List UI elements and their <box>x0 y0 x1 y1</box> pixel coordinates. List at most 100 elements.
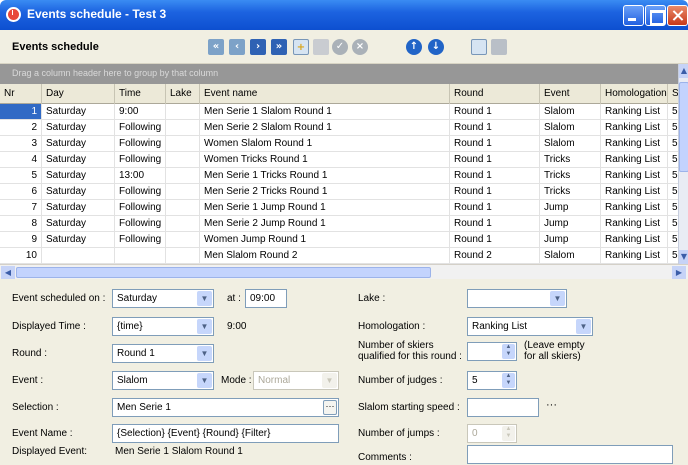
event-select[interactable]: Slalom ▼ <box>112 371 214 390</box>
table-row[interactable]: 8 Saturday Following Men Serie 2 Jump Round… <box>0 216 678 232</box>
title-bar[interactable]: Events schedule - Test 3 <box>0 0 688 30</box>
judges-spinner[interactable]: 5 ▲ ▼ <box>467 371 517 390</box>
table-cell <box>166 168 200 184</box>
table-cell: Ranking List <box>601 168 668 184</box>
move-down-icon[interactable]: ↓ <box>428 39 444 55</box>
chevron-down-icon[interactable]: ▼ <box>197 346 212 361</box>
next-record-icon[interactable]: › <box>250 39 266 55</box>
previous-record-icon[interactable]: ‹ <box>229 39 245 55</box>
chevron-down-icon[interactable]: ▼ <box>550 291 565 306</box>
slalom-speed-browse-button[interactable]: ··· <box>546 399 557 411</box>
spinner-arrows-icon[interactable]: ▲ ▼ <box>502 344 515 359</box>
table-cell: Round 1 <box>450 168 540 184</box>
displayed-time-preview: 9:00 <box>227 321 247 332</box>
column-header[interactable]: Time <box>115 84 166 104</box>
table-row[interactable]: 9 Saturday Following Women Jump Round 1 Roun… <box>0 232 678 248</box>
table-cell: Following <box>115 184 166 200</box>
close-button[interactable] <box>667 5 688 26</box>
table-row[interactable]: 6 Saturday Following Men Serie 2 Tricks Rou… <box>0 184 678 200</box>
displayed-time-select[interactable]: {time} ▼ <box>112 317 214 336</box>
table-row[interactable]: 5 Saturday 13:00 Men Serie 1 Tricks Round 1… <box>0 168 678 184</box>
spinner-arrows-icon[interactable]: ▲ ▼ <box>502 373 515 388</box>
app-clock-icon <box>6 7 21 22</box>
table-cell: 5 <box>668 248 678 264</box>
table-cell: 9:00 <box>115 104 166 120</box>
table-cell: Tricks <box>540 152 601 168</box>
table-cell: Women Tricks Round 1 <box>200 152 450 168</box>
event-name-input[interactable]: {Selection} {Event} {Round} {Filter} <box>112 424 339 443</box>
table-row[interactable]: 2 Saturday Following Men Serie 2 Slalom Rou… <box>0 120 678 136</box>
print-icon[interactable] <box>491 39 507 55</box>
report-icon[interactable] <box>471 39 487 55</box>
column-header[interactable]: Nr <box>0 84 42 104</box>
delete-icon[interactable] <box>313 39 329 55</box>
table-cell: Tricks <box>540 168 601 184</box>
chevron-down-icon[interactable]: ▼ <box>576 319 591 334</box>
table-cell: Men Serie 1 Slalom Round 1 <box>200 104 450 120</box>
column-header[interactable]: Event <box>540 84 601 104</box>
table-cell: 5 <box>668 136 678 152</box>
chevron-down-icon[interactable]: ▼ <box>197 319 212 334</box>
group-by-area[interactable]: Drag a column header here to group by th… <box>0 64 678 84</box>
minimize-button[interactable] <box>623 5 644 26</box>
last-record-icon[interactable]: » <box>271 39 287 55</box>
column-header[interactable]: Event name <box>200 84 450 104</box>
comments-input[interactable] <box>467 445 673 464</box>
lake-select[interactable]: ▼ <box>467 289 567 308</box>
homologation-select-value: Ranking List <box>472 321 528 332</box>
table-cell: 1 <box>0 104 42 120</box>
slalom-speed-input[interactable] <box>467 398 539 417</box>
vertical-scroll-thumb[interactable] <box>679 82 688 172</box>
confirm-icon[interactable]: ✓ <box>332 39 348 55</box>
column-header[interactable]: S <box>668 84 678 104</box>
table-cell: 5 <box>0 168 42 184</box>
column-header[interactable]: Round <box>450 84 540 104</box>
table-cell: Men Slalom Round 2 <box>200 248 450 264</box>
events-grid[interactable]: Nr Day Time Lake Event name Round Event Homolog… <box>0 84 678 264</box>
table-row[interactable]: 4 Saturday Following Women Tricks Round 1 Ro… <box>0 152 678 168</box>
maximize-button[interactable] <box>645 5 666 26</box>
selection-label: Selection : <box>12 402 59 413</box>
scroll-right-icon[interactable]: ▶ <box>672 266 686 279</box>
table-cell: 6 <box>0 184 42 200</box>
scroll-up-icon[interactable]: ▲ <box>679 64 688 78</box>
table-cell <box>166 136 200 152</box>
round-select[interactable]: Round 1 ▼ <box>112 344 214 363</box>
table-cell: Following <box>115 120 166 136</box>
skiers-qualified-spinner[interactable]: ▲ ▼ <box>467 342 517 361</box>
table-row[interactable]: 7 Saturday Following Men Serie 1 Jump Round… <box>0 200 678 216</box>
column-header[interactable]: Lake <box>166 84 200 104</box>
homologation-select[interactable]: Ranking List ▼ <box>467 317 593 336</box>
horizontal-scrollbar[interactable]: ◀ ▶ <box>0 264 688 279</box>
judges-label: Number of judges : <box>358 375 443 386</box>
chevron-down-icon[interactable]: ▼ <box>197 291 212 306</box>
mode-select-value: Normal <box>258 375 291 386</box>
table-cell: Men Serie 1 Tricks Round 1 <box>200 168 450 184</box>
browse-selection-button[interactable]: ··· <box>323 400 337 415</box>
event-details-form: Event scheduled on : Saturday ▼ at : 09:… <box>0 279 688 465</box>
table-row[interactable]: 10 Men Slalom Round 2 Round 2 Slalom Ranking… <box>0 248 678 264</box>
toolbar: Events schedule « ‹ › » + ✓ × ↑ ↓ <box>0 30 688 64</box>
time-input[interactable]: 09:00 <box>245 289 287 308</box>
scroll-left-icon[interactable]: ◀ <box>1 266 15 279</box>
cancel-icon[interactable]: × <box>352 39 368 55</box>
table-row[interactable]: 1 Saturday 9:00 Men Serie 1 Slalom Round 1R… <box>0 104 678 120</box>
table-cell: 5 <box>668 216 678 232</box>
horizontal-scroll-thumb[interactable] <box>16 267 431 278</box>
table-row[interactable]: 3 Saturday Following Women Slalom Round 1 Ro… <box>0 136 678 152</box>
chevron-down-icon[interactable]: ▼ <box>197 373 212 388</box>
vertical-scrollbar[interactable]: ▲ ▼ <box>678 64 688 266</box>
skiers-qualified-label-1: Number of skiers <box>358 340 434 351</box>
scroll-down-icon[interactable]: ▼ <box>679 250 688 264</box>
column-header[interactable]: Day <box>42 84 115 104</box>
column-header[interactable]: Homologation <box>601 84 668 104</box>
move-up-icon[interactable]: ↑ <box>406 39 422 55</box>
first-record-icon[interactable]: « <box>208 39 224 55</box>
table-cell <box>115 248 166 264</box>
table-cell: Saturday <box>42 136 115 152</box>
table-cell: 5 <box>668 120 678 136</box>
table-cell <box>166 184 200 200</box>
new-record-icon[interactable]: + <box>293 39 309 55</box>
day-select[interactable]: Saturday ▼ <box>112 289 214 308</box>
selection-input[interactable]: Men Serie 1 ··· <box>112 398 339 417</box>
